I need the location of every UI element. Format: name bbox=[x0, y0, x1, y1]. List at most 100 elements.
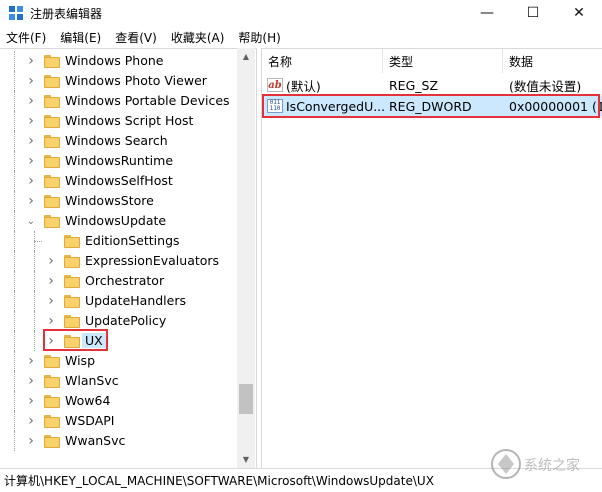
tree-item-windowsstore[interactable]: › WindowsStore bbox=[0, 191, 236, 211]
tree-item-windowsupdate[interactable]: ⌄ WindowsUpdate bbox=[0, 211, 236, 231]
tree-guide-line bbox=[34, 241, 42, 242]
tree-item-wsdapi[interactable]: › WSDAPI bbox=[0, 411, 236, 431]
tree-item-wisp[interactable]: › Wisp bbox=[0, 351, 236, 371]
tree-item-label: Windows Portable Devices bbox=[65, 93, 230, 108]
menu-bar: 文件(F) 编辑(E) 查看(V) 收藏夹(A) 帮助(H) bbox=[0, 26, 602, 48]
menu-file[interactable]: 文件(F) bbox=[2, 29, 50, 46]
value-name: (默认) bbox=[286, 78, 321, 94]
folder-icon bbox=[44, 375, 60, 388]
tree-item-label: WwanSvc bbox=[65, 433, 126, 448]
tree-item-label: Windows Photo Viewer bbox=[65, 73, 207, 88]
chevron-right-icon[interactable]: › bbox=[46, 293, 56, 309]
chevron-right-icon[interactable]: › bbox=[26, 53, 36, 69]
chevron-right-icon[interactable]: › bbox=[26, 433, 36, 449]
tree-item-ux[interactable]: › UX bbox=[0, 331, 236, 351]
tree-item-expressionevaluators[interactable]: › ExpressionEvaluators bbox=[0, 251, 236, 271]
tree-item-windows-photo-viewer[interactable]: › Windows Photo Viewer bbox=[0, 71, 236, 91]
tree-item-wlansvc[interactable]: › WlanSvc bbox=[0, 371, 236, 391]
chevron-right-icon[interactable]: › bbox=[26, 173, 36, 189]
tree-guide-line bbox=[14, 331, 15, 351]
tree-item-label: Windows Phone bbox=[65, 53, 164, 68]
chevron-right-icon[interactable]: › bbox=[26, 353, 36, 369]
values-list[interactable]: 名称 类型 数据 ab (默认) REG_SZ (数值未设置) 011 110 I… bbox=[261, 48, 602, 469]
menu-edit[interactable]: 编辑(E) bbox=[56, 29, 105, 46]
tree-item-windows-portable-devices[interactable]: › Windows Portable Devices bbox=[0, 91, 236, 111]
maximize-icon: ☐ bbox=[526, 5, 540, 21]
menu-help[interactable]: 帮助(H) bbox=[234, 29, 284, 46]
tree-item-windowsruntime[interactable]: › WindowsRuntime bbox=[0, 151, 236, 171]
tree-guide-line bbox=[14, 211, 15, 231]
watermark-logo: 系统之家 bbox=[491, 449, 580, 479]
tree-guide-line bbox=[34, 291, 35, 311]
tree-item-orchestrator[interactable]: › Orchestrator bbox=[0, 271, 236, 291]
tree-item-updatepolicy[interactable]: › UpdatePolicy bbox=[0, 311, 236, 331]
folder-icon bbox=[44, 115, 60, 128]
tree-guide-line bbox=[14, 131, 15, 151]
column-header-name[interactable]: 名称 bbox=[262, 49, 383, 73]
column-header-data[interactable]: 数据 bbox=[503, 49, 602, 73]
chevron-right-icon[interactable]: › bbox=[46, 273, 56, 289]
chevron-right-icon[interactable]: › bbox=[26, 133, 36, 149]
scroll-thumb[interactable] bbox=[239, 384, 253, 414]
folder-icon bbox=[64, 235, 80, 248]
chevron-right-icon[interactable]: › bbox=[26, 413, 36, 429]
tree-item-windowsselfhost[interactable]: › WindowsSelfHost bbox=[0, 171, 236, 191]
tree-guide-line bbox=[14, 411, 15, 431]
chevron-down-icon[interactable]: ⌄ bbox=[26, 216, 36, 227]
chevron-right-icon[interactable]: › bbox=[46, 313, 56, 329]
tree-guide-line bbox=[14, 71, 15, 91]
menu-view[interactable]: 查看(V) bbox=[111, 29, 161, 46]
tree-item-editionsettings[interactable]: EditionSettings bbox=[0, 231, 236, 251]
svg-text:系统之家: 系统之家 bbox=[524, 457, 580, 474]
column-header-type[interactable]: 类型 bbox=[383, 49, 503, 73]
tree-guide-line bbox=[14, 251, 15, 271]
scroll-up-icon[interactable]: ▲ bbox=[237, 48, 255, 65]
tree-guide-line bbox=[14, 291, 15, 311]
tree-item-label: Windows Script Host bbox=[65, 113, 194, 128]
folder-icon bbox=[44, 175, 60, 188]
minimize-button[interactable]: — bbox=[464, 0, 510, 26]
tree-item-windows-phone[interactable]: › Windows Phone bbox=[0, 51, 236, 71]
tree-item-windows-search[interactable]: › Windows Search bbox=[0, 131, 236, 151]
chevron-right-icon[interactable]: › bbox=[26, 113, 36, 129]
chevron-right-icon[interactable]: › bbox=[26, 393, 36, 409]
close-icon: ✕ bbox=[573, 5, 585, 21]
tree-scrollbar[interactable]: ▲ ▼ bbox=[237, 48, 255, 468]
tree-guide-line bbox=[14, 51, 15, 71]
tree-item-label: WindowsStore bbox=[65, 193, 154, 208]
tree-item-windows-script-host[interactable]: › Windows Script Host bbox=[0, 111, 236, 131]
scroll-down-icon[interactable]: ▼ bbox=[237, 451, 255, 468]
folder-icon bbox=[44, 355, 60, 368]
chevron-right-icon[interactable]: › bbox=[46, 333, 56, 349]
menu-favorites[interactable]: 收藏夹(A) bbox=[167, 29, 229, 46]
tree-guide-line bbox=[14, 351, 15, 371]
chevron-right-icon[interactable]: › bbox=[46, 253, 56, 269]
maximize-button[interactable]: ☐ bbox=[510, 0, 556, 26]
folder-icon bbox=[44, 215, 60, 228]
folder-icon bbox=[44, 195, 60, 208]
value-row-default[interactable]: ab (默认) REG_SZ (数值未设置) bbox=[262, 75, 602, 95]
chevron-right-icon[interactable]: › bbox=[26, 73, 36, 89]
chevron-right-icon[interactable]: › bbox=[26, 373, 36, 389]
tree-item-updatehandlers[interactable]: › UpdateHandlers bbox=[0, 291, 236, 311]
chevron-right-icon[interactable]: › bbox=[26, 193, 36, 209]
tree-item-label: WSDAPI bbox=[65, 413, 115, 428]
value-row-isconverged[interactable]: 011 110 IsConvergedU... REG_DWORD 0x00000… bbox=[262, 96, 602, 116]
chevron-right-icon[interactable]: › bbox=[26, 93, 36, 109]
tree-guide-line bbox=[14, 111, 15, 131]
status-path: 计算机\HKEY_LOCAL_MACHINE\SOFTWARE\Microsof… bbox=[4, 474, 434, 488]
tree-guide-line bbox=[34, 331, 35, 351]
close-button[interactable]: ✕ bbox=[556, 0, 602, 26]
tree-item-wwansvc[interactable]: › WwanSvc bbox=[0, 431, 236, 451]
value-type: REG_SZ bbox=[389, 77, 439, 93]
chevron-right-icon[interactable]: › bbox=[26, 153, 36, 169]
registry-tree[interactable]: › Windows Phone › Windows Photo Viewer › Wind… bbox=[0, 48, 257, 469]
folder-icon bbox=[64, 275, 80, 288]
minimize-icon: — bbox=[480, 5, 494, 21]
folder-icon bbox=[44, 395, 60, 408]
tree-item-wow64[interactable]: › Wow64 bbox=[0, 391, 236, 411]
title-bar: 注册表编辑器 — ☐ ✕ bbox=[0, 0, 602, 26]
string-value-icon: ab bbox=[267, 78, 283, 92]
folder-icon bbox=[44, 415, 60, 428]
tree-guide-line bbox=[14, 371, 15, 391]
